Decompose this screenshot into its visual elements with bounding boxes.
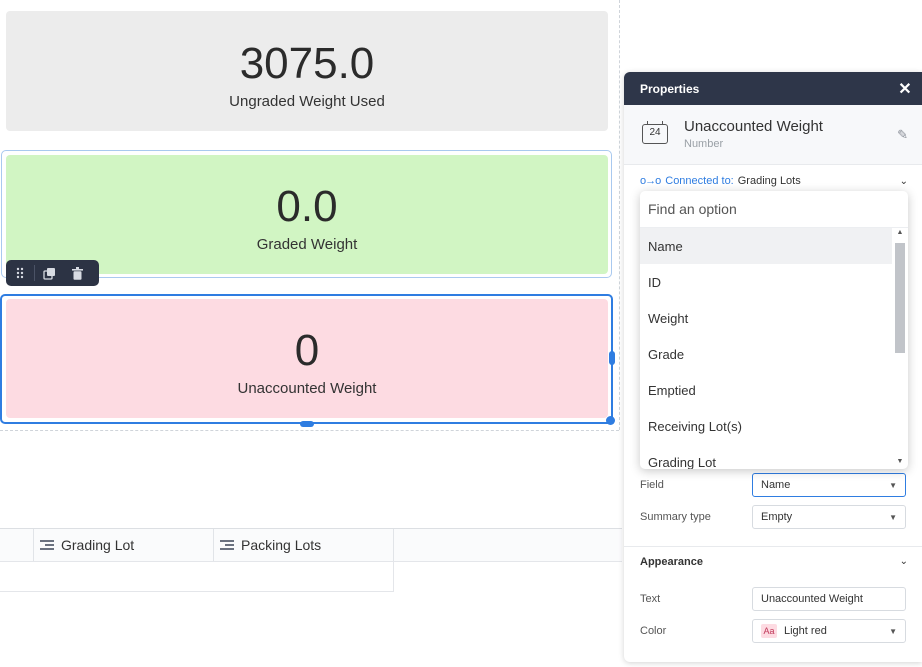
trash-icon[interactable] bbox=[63, 260, 91, 286]
appearance-label: Appearance bbox=[640, 556, 703, 568]
column-label: Grading Lot bbox=[61, 537, 135, 553]
field-setting: Field Name ▼ bbox=[640, 472, 908, 498]
element-summary: 24 Unaccounted Weight Number ✎ bbox=[624, 105, 922, 165]
resize-handle-right[interactable] bbox=[609, 351, 615, 365]
scroll-down-icon[interactable]: ▼ bbox=[894, 458, 906, 465]
color-select-value: Light red bbox=[784, 625, 827, 637]
canvas-edge bbox=[619, 0, 620, 430]
column-divider bbox=[33, 529, 34, 561]
element-type: Number bbox=[684, 138, 724, 150]
close-icon[interactable]: ✕ bbox=[896, 79, 914, 99]
drag-handle-icon[interactable] bbox=[6, 260, 34, 286]
dropdown-scrollbar[interactable]: ▲ ▼ bbox=[894, 229, 906, 467]
duplicate-icon[interactable] bbox=[35, 260, 63, 286]
connection-row[interactable]: o→o Connected to: Grading Lots ⌄ bbox=[640, 175, 908, 187]
column-divider bbox=[393, 529, 394, 561]
option-search-input[interactable]: Find an option bbox=[640, 191, 908, 228]
text-setting: Text Unaccounted Weight bbox=[640, 586, 908, 612]
dropdown-option-grading-lot[interactable]: Grading Lot bbox=[640, 444, 892, 470]
dropdown-option-receiving-lots[interactable]: Receiving Lot(s) bbox=[640, 408, 892, 444]
summary-card-ungraded[interactable]: 3075.0 Ungraded Weight Used bbox=[6, 11, 608, 131]
panel-header: Properties ✕ bbox=[624, 72, 922, 105]
column-divider bbox=[213, 529, 214, 561]
section-divider bbox=[624, 546, 922, 547]
scrollbar-thumb[interactable] bbox=[895, 243, 905, 353]
connected-value: Grading Lots bbox=[737, 175, 801, 187]
scroll-up-icon[interactable]: ▲ bbox=[894, 229, 906, 236]
element-name: Unaccounted Weight bbox=[684, 118, 823, 135]
field-label: Field bbox=[640, 479, 664, 491]
summary-card-graded[interactable]: 0.0 Graded Weight bbox=[6, 155, 608, 274]
color-select[interactable]: Aa Light red ▼ bbox=[752, 619, 906, 643]
text-input-value: Unaccounted Weight bbox=[761, 593, 863, 605]
dropdown-option-id[interactable]: ID bbox=[640, 264, 892, 300]
column-header-packing-lots[interactable]: Packing Lots bbox=[220, 529, 321, 561]
resize-handle-corner[interactable] bbox=[606, 416, 615, 425]
summary-label: Summary type bbox=[640, 511, 711, 523]
lookup-field-icon bbox=[220, 538, 234, 552]
dropdown-option-name[interactable]: Name bbox=[640, 228, 892, 264]
card-value: 0.0 bbox=[276, 182, 338, 231]
caret-down-icon: ▼ bbox=[889, 512, 897, 522]
color-setting: Color Aa Light red ▼ bbox=[640, 618, 908, 644]
dropdown-option-grade[interactable]: Grade bbox=[640, 336, 892, 372]
text-input[interactable]: Unaccounted Weight bbox=[752, 587, 906, 611]
card-label: Unaccounted Weight bbox=[237, 380, 377, 397]
link-icon: o→o bbox=[640, 175, 661, 187]
dropdown-option-emptied[interactable]: Emptied bbox=[640, 372, 892, 408]
card-value: 3075.0 bbox=[239, 39, 375, 88]
resize-handle-bottom[interactable] bbox=[300, 421, 314, 427]
field-select-value: Name bbox=[761, 479, 791, 491]
number-field-icon: 24 bbox=[642, 121, 668, 144]
summary-setting: Summary type Empty ▼ bbox=[640, 504, 908, 530]
table-header: Grading Lot Packing Lots bbox=[0, 528, 622, 562]
chevron-down-icon: ⌄ bbox=[899, 556, 908, 567]
summary-select[interactable]: Empty ▼ bbox=[752, 505, 906, 529]
chevron-down-icon[interactable]: ⌄ bbox=[900, 176, 908, 187]
dropdown-option-weight[interactable]: Weight bbox=[640, 300, 892, 336]
color-swatch-icon: Aa bbox=[761, 624, 777, 638]
lookup-field-icon bbox=[40, 538, 54, 552]
text-label: Text bbox=[640, 593, 661, 605]
caret-down-icon: ▼ bbox=[889, 480, 897, 490]
table-row[interactable] bbox=[0, 561, 394, 592]
card-value: 0 bbox=[294, 326, 320, 375]
summary-select-value: Empty bbox=[761, 511, 793, 523]
caret-down-icon: ▼ bbox=[889, 626, 897, 636]
summary-card-unaccounted[interactable]: 0 Unaccounted Weight bbox=[6, 299, 608, 418]
appearance-section-header[interactable]: Appearance ⌄ bbox=[640, 556, 908, 568]
pencil-icon[interactable]: ✎ bbox=[897, 127, 908, 143]
connected-label: Connected to: bbox=[665, 175, 734, 187]
element-toolbar bbox=[6, 260, 99, 286]
column-header-grading-lot[interactable]: Grading Lot bbox=[40, 529, 134, 561]
card-label: Ungraded Weight Used bbox=[229, 93, 385, 110]
column-label: Packing Lots bbox=[241, 537, 322, 553]
field-select[interactable]: Name ▼ bbox=[752, 473, 906, 497]
panel-title: Properties bbox=[640, 81, 700, 96]
color-label: Color bbox=[640, 625, 667, 637]
field-options-dropdown: Find an option Name ID Weight Grade Empt… bbox=[640, 191, 908, 469]
canvas-bottom-edge bbox=[0, 430, 619, 431]
card-label: Graded Weight bbox=[256, 236, 358, 253]
